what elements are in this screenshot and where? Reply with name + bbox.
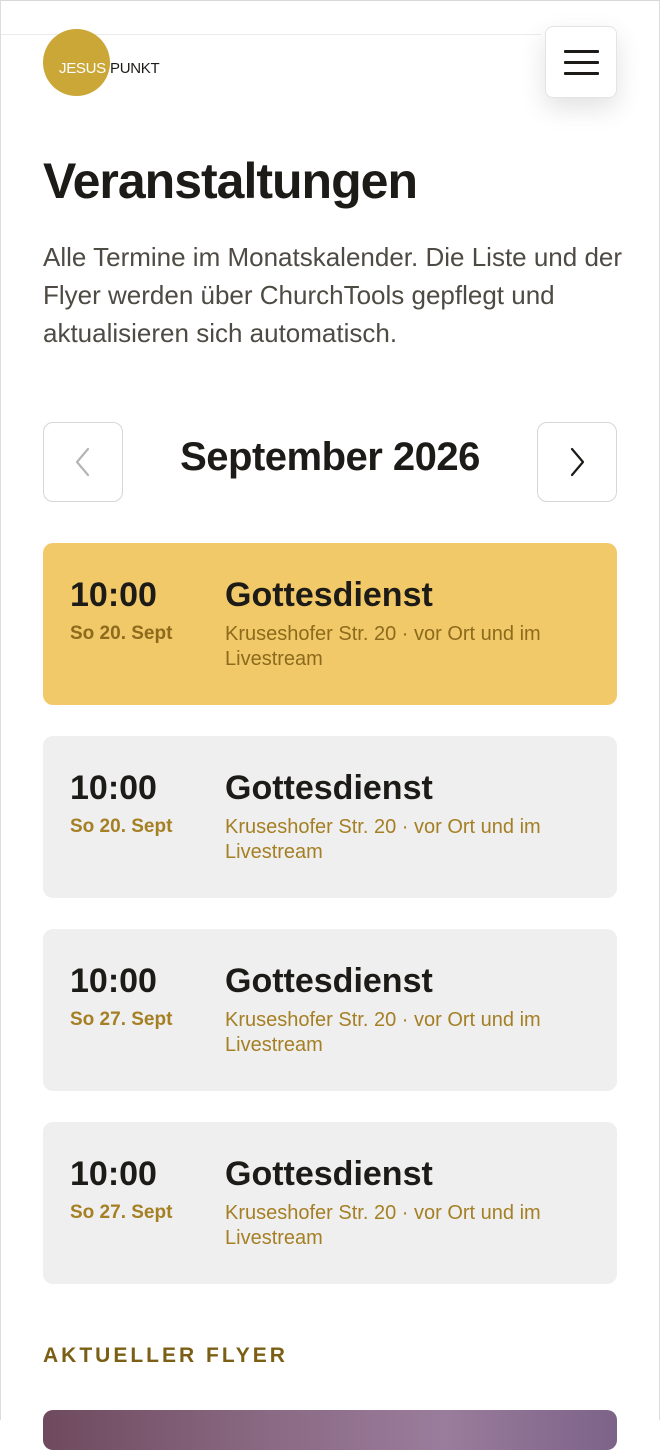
page-title: Veranstaltungen [43,153,418,209]
hamburger-icon [564,50,599,53]
event-date: So 20. Sept [70,816,173,837]
event-card[interactable]: 10:00 So 20. Sept Gottesdienst Kruseshof… [43,543,617,705]
event-location: Kruseshofer Str. 20 · vor Ort und im Liv… [225,1009,541,1056]
event-location: Kruseshofer Str. 20 · vor Ort und im Liv… [225,816,541,863]
event-card[interactable]: 10:00 So 27. Sept Gottesdienst Kruseshof… [43,929,617,1091]
flyer-heading: AKTUELLER FLYER [43,1344,288,1367]
event-card[interactable]: 10:00 So 20. Sept Gottesdienst Kruseshof… [43,736,617,898]
logo-word-punkt: PUNKT [110,60,160,77]
event-location: Kruseshofer Str. 20 · vor Ort und im Liv… [225,623,541,670]
event-title: Gottesdienst [225,769,433,807]
event-time: 10:00 [70,769,157,807]
top-border [1,0,660,1]
menu-button[interactable] [545,26,617,98]
event-date: So 20. Sept [70,623,173,644]
prev-month-button[interactable] [43,422,123,502]
chevron-right-icon [570,447,585,477]
event-title: Gottesdienst [225,576,433,614]
logo-word-jesus: JESUS [59,60,106,77]
next-month-button[interactable] [537,422,617,502]
site-logo[interactable]: JESUS PUNKT [43,29,243,96]
event-date: So 27. Sept [70,1202,173,1223]
chevron-left-icon [75,447,90,477]
page-intro: Alle Termine im Monatskalender. Die List… [43,242,623,348]
event-date: So 27. Sept [70,1009,173,1030]
event-title: Gottesdienst [225,962,433,1000]
event-time: 10:00 [70,962,157,1000]
event-card[interactable]: 10:00 So 27. Sept Gottesdienst Kruseshof… [43,1122,617,1284]
event-time: 10:00 [70,1155,157,1193]
hamburger-icon-line [564,61,599,64]
hamburger-icon-line [564,72,599,75]
event-location: Kruseshofer Str. 20 · vor Ort und im Liv… [225,1202,541,1249]
event-time: 10:00 [70,576,157,614]
event-title: Gottesdienst [225,1155,433,1193]
month-label: September 2026 [180,435,480,479]
flyer-image[interactable] [43,1410,617,1450]
